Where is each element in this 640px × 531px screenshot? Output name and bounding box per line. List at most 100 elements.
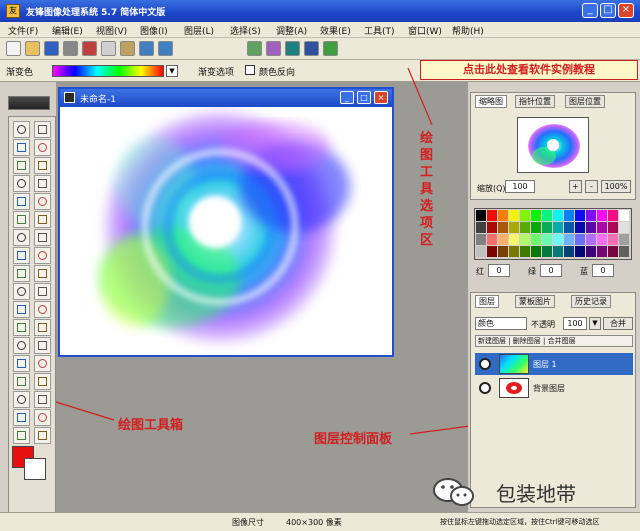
annotation-line-options bbox=[407, 67, 433, 126]
zoom-label: 缩放(Q) bbox=[477, 184, 506, 193]
palette-swatch[interactable] bbox=[542, 222, 552, 233]
zoom-reset-button[interactable]: 100% bbox=[601, 180, 631, 193]
blend-mode-select[interactable]: 颜色 bbox=[475, 317, 527, 330]
palette-swatch[interactable] bbox=[487, 246, 497, 257]
palette-swatch[interactable] bbox=[520, 234, 530, 245]
annotation-line-toolbox bbox=[55, 401, 115, 421]
palette-swatch[interactable] bbox=[531, 234, 541, 245]
merge-layers-button[interactable]: 合并 bbox=[603, 317, 633, 330]
watermark-text: 包装地带 bbox=[496, 482, 576, 506]
status-hint: 按住鼠标左键拖动选定区域，按住Ctrl键可移动选区 bbox=[440, 518, 600, 526]
palette-swatch[interactable] bbox=[531, 246, 541, 257]
color-palette[interactable] bbox=[474, 208, 632, 260]
palette-swatch[interactable] bbox=[520, 210, 530, 221]
palette-swatch[interactable] bbox=[597, 246, 607, 257]
palette-swatch[interactable] bbox=[608, 222, 618, 233]
palette-swatch[interactable] bbox=[498, 246, 508, 257]
palette-swatch[interactable] bbox=[619, 210, 629, 221]
palette-swatch[interactable] bbox=[597, 210, 607, 221]
green-label: 绿 bbox=[528, 267, 536, 276]
palette-swatch[interactable] bbox=[586, 246, 596, 257]
red-input[interactable]: 0 bbox=[488, 264, 510, 277]
palette-swatch[interactable] bbox=[509, 246, 519, 257]
palette-swatch[interactable] bbox=[531, 222, 541, 233]
palette-swatch[interactable] bbox=[586, 210, 596, 221]
tab-history[interactable]: 历史记录 bbox=[571, 295, 611, 308]
palette-swatch[interactable] bbox=[619, 234, 629, 245]
blue-input[interactable]: 0 bbox=[592, 264, 614, 277]
thumbnail-artwork bbox=[528, 124, 580, 168]
wechat-logo-icon bbox=[433, 478, 474, 506]
palette-swatch[interactable] bbox=[487, 210, 497, 221]
palette-swatch[interactable] bbox=[476, 210, 486, 221]
palette-swatch[interactable] bbox=[564, 246, 574, 257]
palette-swatch[interactable] bbox=[498, 210, 508, 221]
layer-thumbnail bbox=[499, 354, 529, 374]
tab-thumbnail[interactable]: 缩略图 bbox=[475, 95, 507, 108]
palette-swatch[interactable] bbox=[531, 210, 541, 221]
palette-swatch[interactable] bbox=[476, 234, 486, 245]
image-size-value: 400×300 像素 bbox=[286, 518, 342, 527]
palette-swatch[interactable] bbox=[553, 246, 563, 257]
palette-swatch[interactable] bbox=[619, 246, 629, 257]
palette-swatch[interactable] bbox=[520, 246, 530, 257]
palette-swatch[interactable] bbox=[564, 210, 574, 221]
palette-swatch[interactable] bbox=[597, 234, 607, 245]
palette-swatch[interactable] bbox=[608, 246, 618, 257]
palette-swatch[interactable] bbox=[498, 222, 508, 233]
palette-swatch[interactable] bbox=[608, 234, 618, 245]
palette-swatch[interactable] bbox=[586, 234, 596, 245]
palette-swatch[interactable] bbox=[575, 234, 585, 245]
palette-swatch[interactable] bbox=[520, 222, 530, 233]
palette-swatch[interactable] bbox=[553, 234, 563, 245]
navigator-thumbnail[interactable] bbox=[517, 117, 589, 173]
palette-swatch[interactable] bbox=[586, 222, 596, 233]
palette-swatch[interactable] bbox=[509, 234, 519, 245]
palette-swatch[interactable] bbox=[542, 246, 552, 257]
palette-swatch[interactable] bbox=[619, 222, 629, 233]
palette-swatch[interactable] bbox=[564, 222, 574, 233]
image-size-label: 图像尺寸 bbox=[232, 518, 264, 527]
palette-swatch[interactable] bbox=[564, 234, 574, 245]
opacity-input[interactable]: 100 bbox=[563, 317, 587, 330]
zoom-input[interactable]: 100 bbox=[505, 180, 535, 193]
palette-swatch[interactable] bbox=[542, 234, 552, 245]
palette-swatch[interactable] bbox=[487, 222, 497, 233]
palette-swatch[interactable] bbox=[476, 222, 486, 233]
layer-row-layer-1[interactable]: 图层 1 bbox=[475, 353, 633, 375]
red-label: 红 bbox=[476, 267, 484, 276]
palette-swatch[interactable] bbox=[575, 246, 585, 257]
layer-actions-bar[interactable]: 新建图层 | 删除图层 | 合并图层 bbox=[475, 335, 633, 347]
layer-name: 图层 1 bbox=[533, 360, 557, 369]
tab-layer-position[interactable]: 图层位置 bbox=[565, 95, 605, 108]
opacity-stepper[interactable]: ▼ bbox=[589, 317, 601, 330]
palette-swatch[interactable] bbox=[509, 222, 519, 233]
palette-swatch[interactable] bbox=[597, 222, 607, 233]
visibility-eye-icon[interactable] bbox=[479, 382, 491, 394]
status-bar: 图像尺寸 400×300 像素 按住鼠标左键拖动选定区域，按住Ctrl键可移动选… bbox=[0, 512, 640, 531]
rgb-inputs: 红 0 绿 0 蓝 0 bbox=[474, 264, 634, 280]
opacity-label: 不透明 bbox=[531, 320, 555, 329]
visibility-eye-icon[interactable] bbox=[479, 358, 491, 370]
palette-swatch[interactable] bbox=[542, 210, 552, 221]
green-input[interactable]: 0 bbox=[540, 264, 562, 277]
zoom-out-button[interactable]: - bbox=[585, 180, 598, 193]
palette-swatch[interactable] bbox=[476, 246, 486, 257]
palette-swatch[interactable] bbox=[575, 210, 585, 221]
annotation-line-layers bbox=[409, 425, 471, 435]
palette-swatch[interactable] bbox=[608, 210, 618, 221]
palette-swatch[interactable] bbox=[509, 210, 519, 221]
tab-mask-image[interactable]: 蒙板图片 bbox=[515, 295, 555, 308]
zoom-in-button[interactable]: + bbox=[569, 180, 582, 193]
tab-layers[interactable]: 图层 bbox=[475, 295, 499, 308]
layer-thumbnail bbox=[499, 378, 529, 398]
layer-row-background[interactable]: 背景图层 bbox=[475, 377, 633, 399]
palette-swatch[interactable] bbox=[553, 210, 563, 221]
palette-swatch[interactable] bbox=[575, 222, 585, 233]
palette-swatch[interactable] bbox=[553, 222, 563, 233]
tab-pointer-position[interactable]: 指针位置 bbox=[515, 95, 555, 108]
layers-panel: 图层 蒙板图片 历史记录 颜色 不透明 100 ▼ 合并 新建图层 | 删除图层… bbox=[470, 292, 636, 508]
palette-swatch[interactable] bbox=[498, 234, 508, 245]
navigator-panel: 缩略图 指针位置 图层位置 缩放(Q) 100 + - 100% bbox=[470, 92, 636, 200]
palette-swatch[interactable] bbox=[487, 234, 497, 245]
